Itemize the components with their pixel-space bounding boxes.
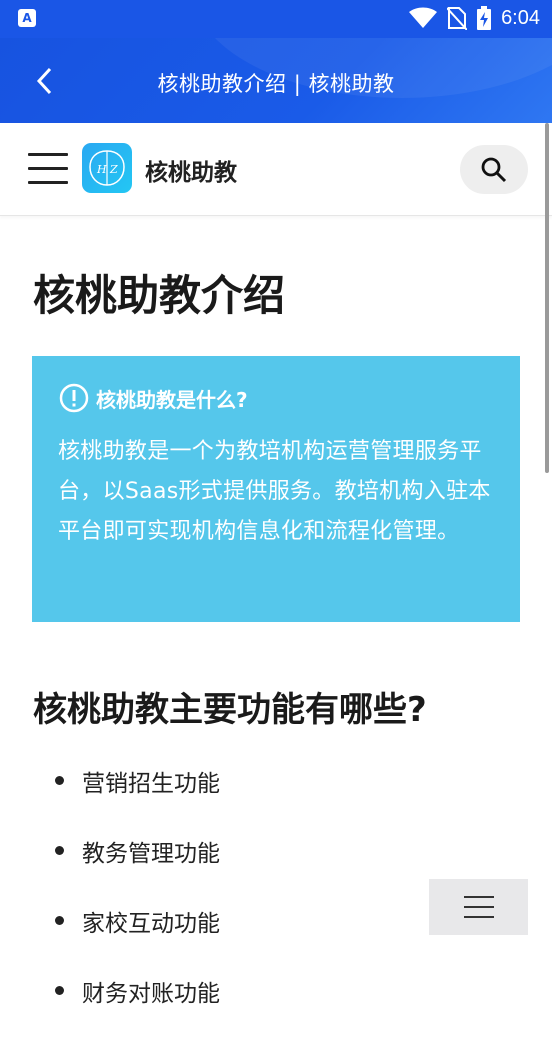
search-button[interactable] xyxy=(460,145,528,194)
status-bar: A 6:04 xyxy=(0,0,552,38)
site-name[interactable]: 核桃助教 xyxy=(145,153,237,187)
list-item: 教务管理功能 xyxy=(55,834,220,904)
hamburger-menu-button[interactable] xyxy=(28,153,68,185)
bullet-icon xyxy=(55,776,64,785)
app-notification-icon: A xyxy=(18,9,36,27)
info-text: 核桃助教是一个为教培机构运营管理服务平台，以Saas形式提供服务。教培机构入驻本… xyxy=(58,439,491,544)
section-title: 核桃助教主要功能有哪些? xyxy=(33,690,427,730)
search-icon xyxy=(481,157,507,182)
floating-menu-button[interactable] xyxy=(429,879,528,935)
info-heading: 核桃助教是什么? xyxy=(96,387,248,412)
exclamation-circle-icon xyxy=(59,383,89,413)
brain-logo-icon: H Z xyxy=(89,150,125,186)
site-logo[interactable]: H Z xyxy=(82,143,132,193)
list-item: 财务对账功能 xyxy=(55,974,220,1044)
app-bar-title: 核桃助教介绍 | 核桃助教 xyxy=(157,72,395,96)
info-heading-row: 核桃助教是什么? xyxy=(58,382,494,414)
page-title: 核桃助教介绍 xyxy=(33,271,286,320)
svg-text:Z: Z xyxy=(109,163,118,176)
bullet-icon xyxy=(55,916,64,925)
feature-list: 营销招生功能 教务管理功能 家校互动功能 财务对账功能 xyxy=(55,764,220,1044)
bullet-icon xyxy=(55,846,64,855)
wifi-icon xyxy=(409,7,438,28)
app-bar: 核桃助教介绍 | 核桃助教 xyxy=(0,38,552,123)
site-header: H Z 核桃助教 xyxy=(0,123,552,216)
scrollbar[interactable] xyxy=(545,123,549,473)
svg-text:H: H xyxy=(96,163,107,176)
bullet-icon xyxy=(55,986,64,995)
info-box: 核桃助教是什么? 核桃助教是一个为教培机构运营管理服务平台，以Saas形式提供服… xyxy=(32,356,520,622)
no-sim-icon xyxy=(447,7,468,30)
clock: 6:04 xyxy=(501,6,540,29)
list-item: 营销招生功能 xyxy=(55,764,220,834)
list-item: 家校互动功能 xyxy=(55,904,220,974)
battery-charging-icon xyxy=(477,6,492,30)
hamburger-icon xyxy=(28,153,68,156)
hamburger-icon xyxy=(463,896,494,898)
